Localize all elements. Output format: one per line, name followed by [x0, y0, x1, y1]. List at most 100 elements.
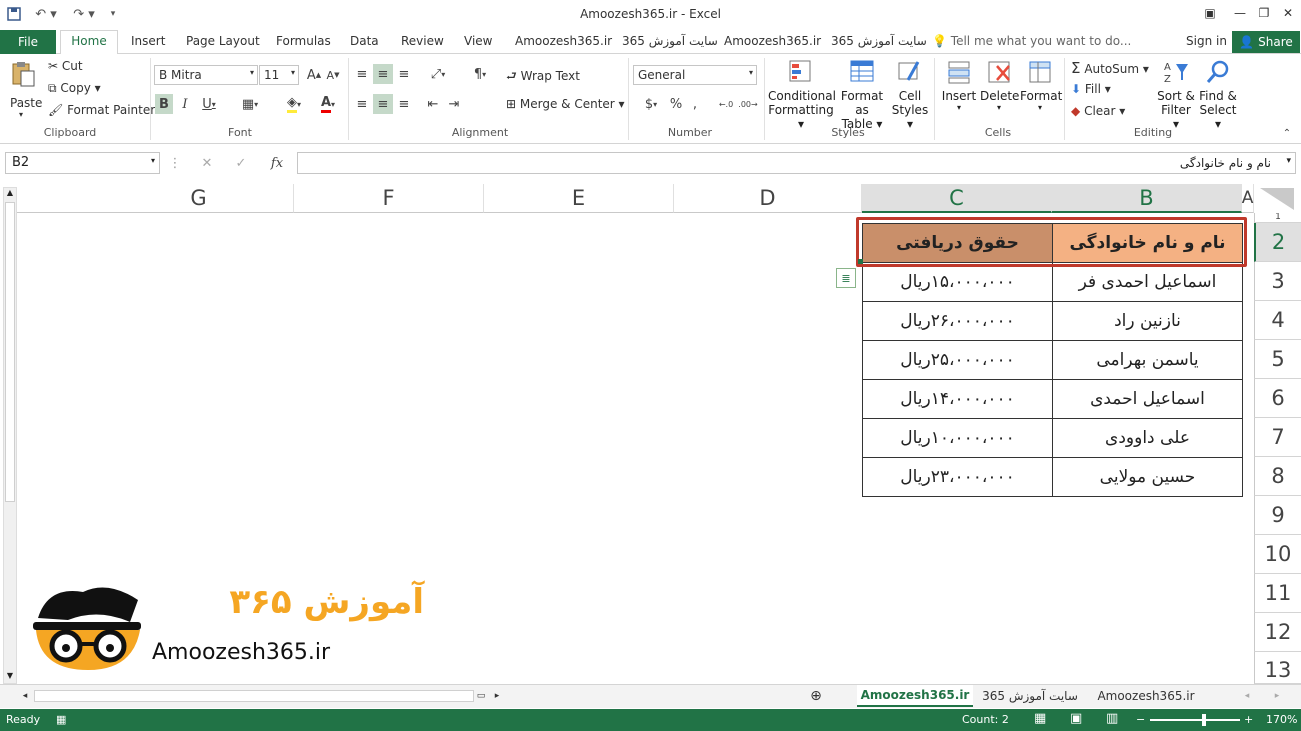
font-size-select[interactable]: 11 ▾ — [259, 65, 299, 85]
scroll-left-icon[interactable]: ◂ — [18, 685, 32, 707]
font-color-icon[interactable]: A ▾ — [313, 94, 343, 114]
column-header-a[interactable]: A — [1242, 184, 1254, 213]
tab-page-layout[interactable]: Page Layout — [186, 34, 260, 48]
fill-handle[interactable] — [858, 259, 863, 264]
conditional-formatting-button[interactable]: Conditional Formatting ▾ — [768, 58, 836, 131]
fill-button[interactable]: ⬇ Fill ▾ — [1071, 82, 1111, 96]
comma-style-icon[interactable]: , — [688, 94, 702, 114]
underline-icon[interactable]: U ▾ — [197, 94, 221, 114]
format-painter-button[interactable]: 🖌 Format Painter — [48, 103, 155, 117]
tab-formulas[interactable]: Formulas — [276, 34, 331, 48]
tell-me-search[interactable]: 💡 Tell me what you want to do... — [932, 34, 1131, 48]
scroll-box-icon[interactable]: ▭ — [474, 685, 488, 707]
name-cell[interactable]: اسماعیل احمدی فر — [1052, 262, 1243, 302]
close-button[interactable]: ✕ — [1270, 2, 1301, 24]
horizontal-scrollbar[interactable] — [34, 690, 474, 702]
increase-indent-icon[interactable]: ⇥ — [445, 94, 463, 114]
currency-icon[interactable]: $ ▾ — [638, 94, 664, 114]
wrap-text-button[interactable]: ⮐ Wrap Text — [506, 67, 580, 88]
tab-scroll-left-icon[interactable]: ◂ — [1240, 685, 1254, 707]
tab-custom-4[interactable]: سایت آموزش 365 — [831, 34, 927, 48]
tab-custom-3[interactable]: Amoozesh365.ir — [724, 34, 821, 48]
tab-custom-2[interactable]: سایت آموزش 365 — [622, 34, 718, 48]
column-header-b[interactable]: B — [1052, 184, 1242, 213]
cut-button[interactable]: ✂ Cut — [48, 59, 83, 73]
row-header-8[interactable]: 8 — [1254, 457, 1301, 496]
sheet-tab-3[interactable]: Amoozesh365.ir — [1090, 685, 1202, 707]
tab-custom-1[interactable]: Amoozesh365.ir — [515, 34, 612, 48]
vertical-scrollbar[interactable]: ▲ ▼ — [3, 187, 17, 684]
share-button[interactable]: 👤 Share — [1232, 31, 1300, 53]
merge-center-button[interactable]: ⊞ Merge & Center ▾ — [506, 97, 625, 111]
name-cell[interactable]: نازنین راد — [1052, 301, 1243, 341]
formula-input[interactable]: نام و نام خانوادگی ▾ — [297, 152, 1296, 174]
tab-view[interactable]: View — [464, 34, 492, 48]
autosum-button[interactable]: Σ AutoSum ▾ — [1071, 59, 1149, 77]
align-left-icon[interactable]: ≡ — [353, 94, 371, 114]
cell-styles-button[interactable]: Cell Styles ▾ — [890, 58, 930, 131]
expand-formula-icon[interactable]: ▾ — [1286, 156, 1291, 166]
salary-cell[interactable]: ۲۵،۰۰۰،۰۰۰ریال — [862, 340, 1053, 380]
salary-cell[interactable]: ۲۳،۰۰۰،۰۰۰ریال — [862, 457, 1053, 497]
row-header-9[interactable]: 9 — [1254, 496, 1301, 535]
row-header-2[interactable]: 2 — [1254, 223, 1301, 262]
tab-insert[interactable]: Insert — [131, 34, 165, 48]
fill-color-icon[interactable]: ◈ ▾ — [279, 94, 309, 114]
decrease-indent-icon[interactable]: ⇤ — [424, 94, 442, 114]
align-bottom-icon[interactable]: ≡ — [395, 64, 413, 84]
salary-cell[interactable]: ۱۵،۰۰۰،۰۰۰ریال — [862, 262, 1053, 302]
row-header-6[interactable]: 6 — [1254, 379, 1301, 418]
salary-cell[interactable]: ۲۶،۰۰۰،۰۰۰ریال — [862, 301, 1053, 341]
name-cell[interactable]: یاسمن بهرامی — [1052, 340, 1243, 380]
name-cell[interactable]: اسماعیل احمدی — [1052, 379, 1243, 419]
paste-button[interactable]: Paste ▾ — [6, 58, 42, 120]
align-center-icon[interactable]: ≡ — [373, 94, 393, 114]
decrease-font-icon[interactable]: A ▼ — [324, 66, 342, 84]
quick-analysis-icon[interactable]: ≣ — [836, 268, 856, 288]
rtl-direction-icon[interactable]: ¶ ▾ — [466, 64, 494, 84]
name-box[interactable]: B2 ▾ — [5, 152, 160, 174]
name-cell[interactable]: حسین مولایی — [1052, 457, 1243, 497]
row-header-12[interactable]: 12 — [1254, 613, 1301, 652]
scroll-right-icon[interactable]: ▸ — [490, 685, 504, 707]
align-top-icon[interactable]: ≡ — [353, 64, 371, 84]
italic-icon[interactable]: I — [177, 94, 193, 114]
salary-cell[interactable]: ۱۰،۰۰۰،۰۰۰ریال — [862, 418, 1053, 458]
column-header-d[interactable]: D — [674, 184, 862, 213]
sheet-tab-2[interactable]: سایت آموزش 365 — [978, 685, 1082, 707]
tab-data[interactable]: Data — [350, 34, 379, 48]
tab-file[interactable]: File — [0, 30, 56, 54]
macro-record-icon[interactable]: ▦ — [56, 713, 66, 726]
borders-icon[interactable]: ▦ ▾ — [237, 94, 263, 114]
bold-icon[interactable]: B — [155, 94, 173, 114]
zoom-slider-thumb[interactable] — [1202, 714, 1206, 726]
cancel-icon[interactable]: ✕ — [198, 154, 216, 172]
tab-home[interactable]: Home — [60, 30, 118, 55]
increase-decimal-icon[interactable]: ←.0 — [716, 94, 736, 114]
column-header-f[interactable]: F — [294, 184, 484, 213]
scrollbar-thumb[interactable] — [5, 202, 15, 502]
row-header-11[interactable]: 11 — [1254, 574, 1301, 613]
zoom-out-icon[interactable]: − — [1136, 713, 1145, 726]
row-header-7[interactable]: 7 — [1254, 418, 1301, 457]
row-header-13[interactable]: 13 — [1254, 652, 1301, 684]
percent-icon[interactable]: % — [668, 94, 684, 114]
decrease-decimal-icon[interactable]: .00→ — [738, 94, 758, 114]
row-header-1[interactable]: 1 — [1254, 213, 1301, 223]
sign-in-link[interactable]: Sign in — [1186, 34, 1227, 48]
row-header-4[interactable]: 4 — [1254, 301, 1301, 340]
insert-function-icon[interactable]: fx — [266, 154, 288, 172]
select-all-corner[interactable] — [1254, 184, 1301, 213]
column-header-c[interactable]: C — [862, 184, 1052, 213]
number-format-select[interactable]: General ▾ — [633, 65, 757, 85]
insert-cells-button[interactable]: Insert ▾ — [940, 58, 978, 122]
align-right-icon[interactable]: ≡ — [395, 94, 413, 114]
page-break-view-icon[interactable]: ▥ — [1106, 711, 1118, 726]
font-name-select[interactable]: B Mitra ▾ — [154, 65, 258, 85]
name-cell[interactable]: علی داوودی — [1052, 418, 1243, 458]
format-as-table-button[interactable]: Format as Table ▾ — [835, 58, 889, 131]
add-sheet-icon[interactable]: ⊕ — [806, 685, 826, 707]
tab-review[interactable]: Review — [401, 34, 444, 48]
delete-cells-button[interactable]: Delete ▾ — [980, 58, 1019, 122]
increase-font-icon[interactable]: A ▲ — [305, 66, 323, 84]
